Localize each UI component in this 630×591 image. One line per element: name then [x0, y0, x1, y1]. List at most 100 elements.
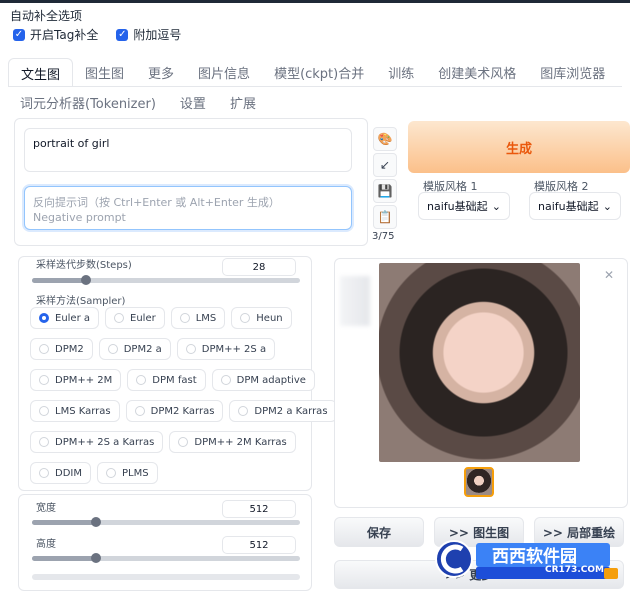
- radio-dot: [39, 375, 49, 385]
- top-bar: [0, 0, 630, 3]
- next-slider-track[interactable]: [32, 574, 300, 580]
- width-slider-fill: [32, 520, 97, 525]
- tab-txt2img[interactable]: 文生图: [8, 58, 74, 86]
- tabs-divider: [8, 86, 622, 87]
- generated-image[interactable]: [379, 263, 580, 462]
- gallery-thumbnail[interactable]: [464, 467, 494, 497]
- sampler-radio-group: Euler a Euler LMS Heun DPM2 DPM2 a DPM++…: [30, 307, 337, 484]
- sampler-row: DPM++ 2S a Karras DPM++ 2M Karras: [30, 431, 306, 453]
- sampler-lms[interactable]: LMS: [170, 307, 226, 329]
- append-comma-checkbox[interactable]: ✓ 附加逗号: [116, 26, 181, 43]
- sampler-option-label: DPM2 Karras: [150, 405, 215, 417]
- tab-extras[interactable]: 更多: [136, 58, 186, 86]
- radio-dot: [39, 406, 49, 416]
- height-value-input[interactable]: 512: [222, 536, 296, 554]
- width-label: 宽度: [36, 503, 56, 514]
- tab-tokenizer[interactable]: 词元分析器(Tokenizer): [8, 88, 168, 114]
- sampler-option-label: DPM++ 2S a Karras: [55, 436, 155, 448]
- sampler-dpm2[interactable]: DPM2: [30, 338, 93, 360]
- radio-dot: [179, 313, 190, 323]
- sampler-option-label: LMS Karras: [55, 405, 111, 417]
- radio-dot: [220, 375, 231, 385]
- sampler-lms-karras[interactable]: LMS Karras: [30, 400, 120, 422]
- radio-dot: [240, 313, 251, 323]
- sampler-ddim[interactable]: DDIM: [30, 462, 91, 484]
- token-counter: 3/75: [372, 231, 395, 242]
- radio-dot: [136, 375, 147, 385]
- generate-button[interactable]: 生成: [408, 121, 630, 173]
- steps-value-input[interactable]: 28: [222, 258, 296, 276]
- sampler-heun[interactable]: Heun: [231, 307, 292, 329]
- sampler-dpm2-a-karras[interactable]: DPM2 a Karras: [229, 400, 337, 422]
- clipboard-icon[interactable]: 📋: [373, 205, 397, 229]
- checkmark-icon: ✓: [116, 28, 129, 41]
- sampler-option-label: PLMS: [121, 467, 149, 479]
- folder-icon[interactable]: [604, 568, 618, 579]
- sampler-plms[interactable]: PLMS: [96, 462, 158, 484]
- sampler-euler[interactable]: Euler: [105, 307, 165, 329]
- sampler-option-label: Euler a: [55, 312, 91, 324]
- chevron-down-icon: ⌄: [491, 199, 501, 213]
- sampler-option-label: DPM++ 2S a: [201, 343, 267, 355]
- sampler-option-label: DPM2 a Karras: [254, 405, 328, 417]
- radio-dot: [39, 437, 49, 447]
- sampler-dpmpp-2m-karras[interactable]: DPM++ 2M Karras: [169, 431, 296, 453]
- steps-label: 采样迭代步数(Steps): [36, 260, 132, 271]
- sampler-dpmpp-2m[interactable]: DPM++ 2M: [30, 369, 122, 391]
- negative-prompt-input[interactable]: 反向提示词（按 Ctrl+Enter 或 Alt+Enter 生成） Negat…: [24, 186, 352, 230]
- tab-settings[interactable]: 设置: [168, 88, 218, 114]
- width-value-input[interactable]: 512: [222, 500, 296, 518]
- sampler-row: DPM2 DPM2 a DPM++ 2S a: [30, 338, 306, 360]
- tab-checkpoint-merger[interactable]: 模型(ckpt)合并: [262, 58, 376, 86]
- sampler-option-label: DPM adaptive: [236, 374, 306, 386]
- sampler-option-label: DPM2 a: [123, 343, 162, 355]
- save-button[interactable]: 保存: [334, 517, 424, 547]
- palette-icon[interactable]: 🎨: [373, 127, 397, 151]
- close-icon[interactable]: ✕: [604, 268, 614, 282]
- steps-slider[interactable]: [32, 275, 300, 285]
- sampler-option-label: DPM++ 2M: [55, 374, 113, 386]
- steps-slider-knob[interactable]: [80, 275, 91, 285]
- sampler-dpm-adaptive[interactable]: DPM adaptive: [211, 369, 315, 391]
- watermark-text: 西西软件园: [492, 547, 577, 567]
- sampler-dpmpp-2s-a-karras[interactable]: DPM++ 2S a Karras: [30, 431, 164, 453]
- sampler-label: 采样方法(Sampler): [36, 296, 126, 307]
- tab-png-info[interactable]: 图片信息: [186, 58, 262, 86]
- sampler-option-label: DPM fast: [152, 374, 197, 386]
- tab-image-browser[interactable]: 图库浏览器: [528, 58, 617, 86]
- sampler-option-label: DPM2: [55, 343, 84, 355]
- style-1-select[interactable]: naifu基础起 ⌄: [418, 192, 510, 220]
- negative-prompt-placeholder: 反向提示词（按 Ctrl+Enter 或 Alt+Enter 生成）: [33, 196, 280, 209]
- tab-extensions[interactable]: 扩展: [218, 88, 268, 114]
- style-1-value: naifu基础起: [427, 200, 488, 213]
- sampler-row: DPM++ 2M DPM fast DPM adaptive: [30, 369, 315, 391]
- tag-autocomplete-label: 开启Tag补全: [30, 28, 99, 42]
- tab-img2img[interactable]: 图生图: [73, 58, 136, 86]
- radio-dot: [238, 406, 249, 416]
- tab-create-aesthetic[interactable]: 创建美术风格: [426, 58, 528, 86]
- tab-train[interactable]: 训练: [376, 58, 426, 86]
- sampler-dpm2-karras[interactable]: DPM2 Karras: [125, 400, 224, 422]
- sampler-dpm-fast[interactable]: DPM fast: [127, 369, 206, 391]
- sampler-option-label: LMS: [195, 312, 217, 324]
- radio-dot: [39, 313, 49, 323]
- autocomplete-options: ✓ 开启Tag补全 ✓ 附加逗号: [13, 26, 181, 43]
- sampler-option-label: Heun: [256, 312, 283, 324]
- arrow-down-left-icon[interactable]: ↙: [373, 153, 397, 177]
- radio-dot: [39, 344, 49, 354]
- radio-dot: [114, 313, 125, 323]
- blurred-preview: [340, 276, 370, 326]
- sampler-dpm2-a[interactable]: DPM2 a: [98, 338, 171, 360]
- radio-dot: [178, 437, 189, 447]
- tag-autocomplete-checkbox[interactable]: ✓ 开启Tag补全: [13, 26, 98, 43]
- style-2-select[interactable]: naifu基础起 ⌄: [529, 192, 621, 220]
- radio-dot: [134, 406, 145, 416]
- save-icon[interactable]: 💾: [373, 179, 397, 203]
- style-2-value: naifu基础起: [538, 200, 599, 213]
- sampler-dpmpp-2s-a[interactable]: DPM++ 2S a: [176, 338, 276, 360]
- width-slider[interactable]: [32, 517, 300, 527]
- sampler-euler-a[interactable]: Euler a: [30, 307, 100, 329]
- prompt-input[interactable]: portrait of girl: [24, 128, 352, 172]
- height-slider[interactable]: [32, 553, 300, 563]
- radio-dot: [39, 468, 49, 478]
